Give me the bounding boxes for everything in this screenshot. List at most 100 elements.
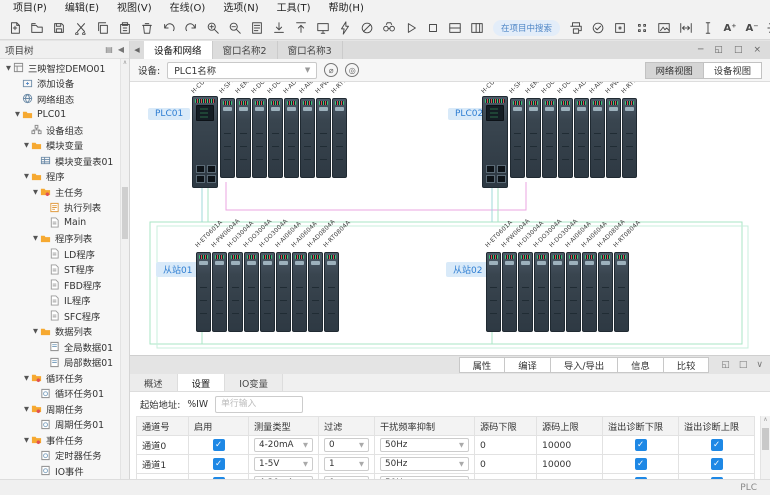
rack-label-从站02[interactable]: 从站02 xyxy=(446,262,489,277)
find-button[interactable] xyxy=(379,19,399,38)
tree-expand-icon[interactable]: ▼ xyxy=(22,141,31,149)
tree-item-IO事件[interactable]: IO事件 xyxy=(0,463,129,479)
io-module[interactable] xyxy=(622,98,637,178)
zoom-reset-icon[interactable]: ⌀ xyxy=(324,63,338,77)
checkbox-checked[interactable]: ✓ xyxy=(213,458,225,470)
ethernet-port[interactable] xyxy=(196,165,205,173)
menu-item-6[interactable]: 工具(T) xyxy=(268,0,320,17)
menu-item-2[interactable]: 编辑(E) xyxy=(56,0,108,17)
zoom-fit-icon[interactable]: ◎ xyxy=(345,63,359,77)
tree-item-设备组态[interactable]: 设备组态 xyxy=(0,122,129,138)
tree-item-模块变量[interactable]: ▼模块变量 xyxy=(0,138,129,154)
menu-item-7[interactable]: 帮助(H) xyxy=(320,0,373,17)
tree-expand-icon[interactable]: ▼ xyxy=(31,188,40,196)
ethernet-port[interactable] xyxy=(497,165,506,173)
tree-item-模块变量表01[interactable]: 模块变量表01 xyxy=(0,153,129,169)
select-过滤[interactable]: 0▼ xyxy=(324,438,369,452)
io-module[interactable] xyxy=(518,252,533,332)
io-module[interactable] xyxy=(244,252,259,332)
panel-tab-编译[interactable]: 编译 xyxy=(504,357,551,373)
minimize-icon[interactable]: ─ xyxy=(698,45,703,55)
tree-item-SFC程序[interactable]: SFC程序 xyxy=(0,308,129,324)
tile-vertical-button[interactable] xyxy=(467,19,487,38)
io-module[interactable] xyxy=(196,252,211,332)
undo-button[interactable] xyxy=(159,19,179,38)
tree-item-IL程序[interactable]: IL程序 xyxy=(0,293,129,309)
ethernet-port[interactable] xyxy=(497,175,506,183)
tree-item-循环任务01[interactable]: 循环任务01 xyxy=(0,386,129,402)
io-module[interactable] xyxy=(550,252,565,332)
io-module[interactable] xyxy=(606,98,621,178)
io-module[interactable] xyxy=(292,252,307,332)
menu-item-4[interactable]: 在线(O) xyxy=(161,0,215,17)
table-scrollbar[interactable]: ∧ xyxy=(760,416,770,479)
tree-item-周期任务[interactable]: ▼周期任务 xyxy=(0,401,129,417)
collapse-sidebar-icon[interactable]: ◀ xyxy=(130,41,144,59)
ethernet-port[interactable] xyxy=(486,175,495,183)
tree-expand-icon[interactable]: ▼ xyxy=(31,327,40,335)
panel-tab-属性[interactable]: 属性 xyxy=(459,357,506,373)
tree-expand-icon[interactable]: ▼ xyxy=(22,405,31,413)
download-to-device-button[interactable] xyxy=(269,19,289,38)
panel-tab-信息[interactable]: 信息 xyxy=(617,357,664,373)
redo-button[interactable] xyxy=(181,19,201,38)
io-module[interactable] xyxy=(502,252,517,332)
ethernet-port[interactable] xyxy=(196,175,205,183)
io-module[interactable] xyxy=(574,98,589,178)
select-干扰频率抑制[interactable]: 50Hz▼ xyxy=(380,438,469,452)
io-module[interactable] xyxy=(598,252,613,332)
tree-expand-icon[interactable]: ▼ xyxy=(13,110,22,118)
tree-expand-icon[interactable]: ▼ xyxy=(22,374,31,382)
tree-item-周期任务01[interactable]: 周期任务01 xyxy=(0,417,129,433)
panel-maximize-icon[interactable]: □ xyxy=(739,360,748,370)
copy-button[interactable] xyxy=(93,19,113,38)
tree-item-FBD程序[interactable]: FBD程序 xyxy=(0,277,129,293)
save-button[interactable] xyxy=(49,19,69,38)
tree-item-Main[interactable]: Main xyxy=(0,215,129,231)
io-module[interactable] xyxy=(220,98,235,178)
tree-item-ST程序[interactable]: ST程序 xyxy=(0,262,129,278)
select-干扰频率抑制[interactable]: 50Hz▼ xyxy=(380,457,469,471)
select-测量类型[interactable]: 1-5V▼ xyxy=(254,457,313,471)
cut-button[interactable] xyxy=(71,19,91,38)
io-module[interactable] xyxy=(510,98,525,178)
tree-expand-icon[interactable]: ▼ xyxy=(22,172,31,180)
tree-item-PLC01[interactable]: ▼PLC01 xyxy=(0,107,129,123)
panel-collapse-icon[interactable]: ∨ xyxy=(756,360,763,370)
io-module[interactable] xyxy=(590,98,605,178)
tree-item-数据列表[interactable]: ▼数据列表 xyxy=(0,324,129,340)
menu-item-3[interactable]: 视图(V) xyxy=(108,0,161,17)
search-in-project-button[interactable]: 在项目中搜索 xyxy=(493,20,560,36)
paste-button[interactable] xyxy=(115,19,135,38)
sidebar-scrollbar[interactable]: ∧ xyxy=(120,59,129,479)
menu-item-1[interactable]: 项目(P) xyxy=(4,0,56,17)
print-button[interactable] xyxy=(566,19,586,38)
tree-item-全局数据01[interactable]: 全局数据01 xyxy=(0,339,129,355)
device-select[interactable]: PLC1名称 ▼ xyxy=(167,62,317,79)
checkbox-checked[interactable]: ✓ xyxy=(635,477,647,479)
io-module[interactable] xyxy=(300,98,315,178)
checkbox-checked[interactable]: ✓ xyxy=(711,439,723,451)
restore-icon[interactable]: ◱ xyxy=(714,45,723,55)
io-module[interactable] xyxy=(252,98,267,178)
io-module[interactable] xyxy=(260,252,275,332)
upload-from-device-button[interactable] xyxy=(291,19,311,38)
zoom-out-button[interactable] xyxy=(225,19,245,38)
sidebar-scrollbar-thumb[interactable] xyxy=(122,187,128,239)
tab-设备和网络[interactable]: 设备和网络 xyxy=(144,41,213,59)
rack-label-PLC01[interactable]: PLC01 xyxy=(148,108,190,120)
tree-item-程序[interactable]: ▼程序 xyxy=(0,169,129,185)
maximize-icon[interactable]: □ xyxy=(734,45,743,55)
rack-label-从站01[interactable]: 从站01 xyxy=(156,262,199,277)
select-过滤[interactable]: 0▼ xyxy=(324,476,369,479)
io-module[interactable] xyxy=(268,98,283,178)
stop-button[interactable] xyxy=(423,19,443,38)
network-canvas[interactable]: PLC01H-CU0010AH-SP0400AH-EM0400AH-DO3200… xyxy=(130,82,770,355)
tree-item-网络组态[interactable]: 网络组态 xyxy=(0,91,129,107)
io-module[interactable] xyxy=(308,252,323,332)
cpu-module[interactable] xyxy=(482,96,508,188)
settings-button[interactable] xyxy=(764,19,770,38)
verify-button[interactable] xyxy=(588,19,608,38)
view-button-网络视图[interactable]: 网络视图 xyxy=(645,62,704,79)
tree-item-局部数据01[interactable]: 局部数据01 xyxy=(0,355,129,371)
